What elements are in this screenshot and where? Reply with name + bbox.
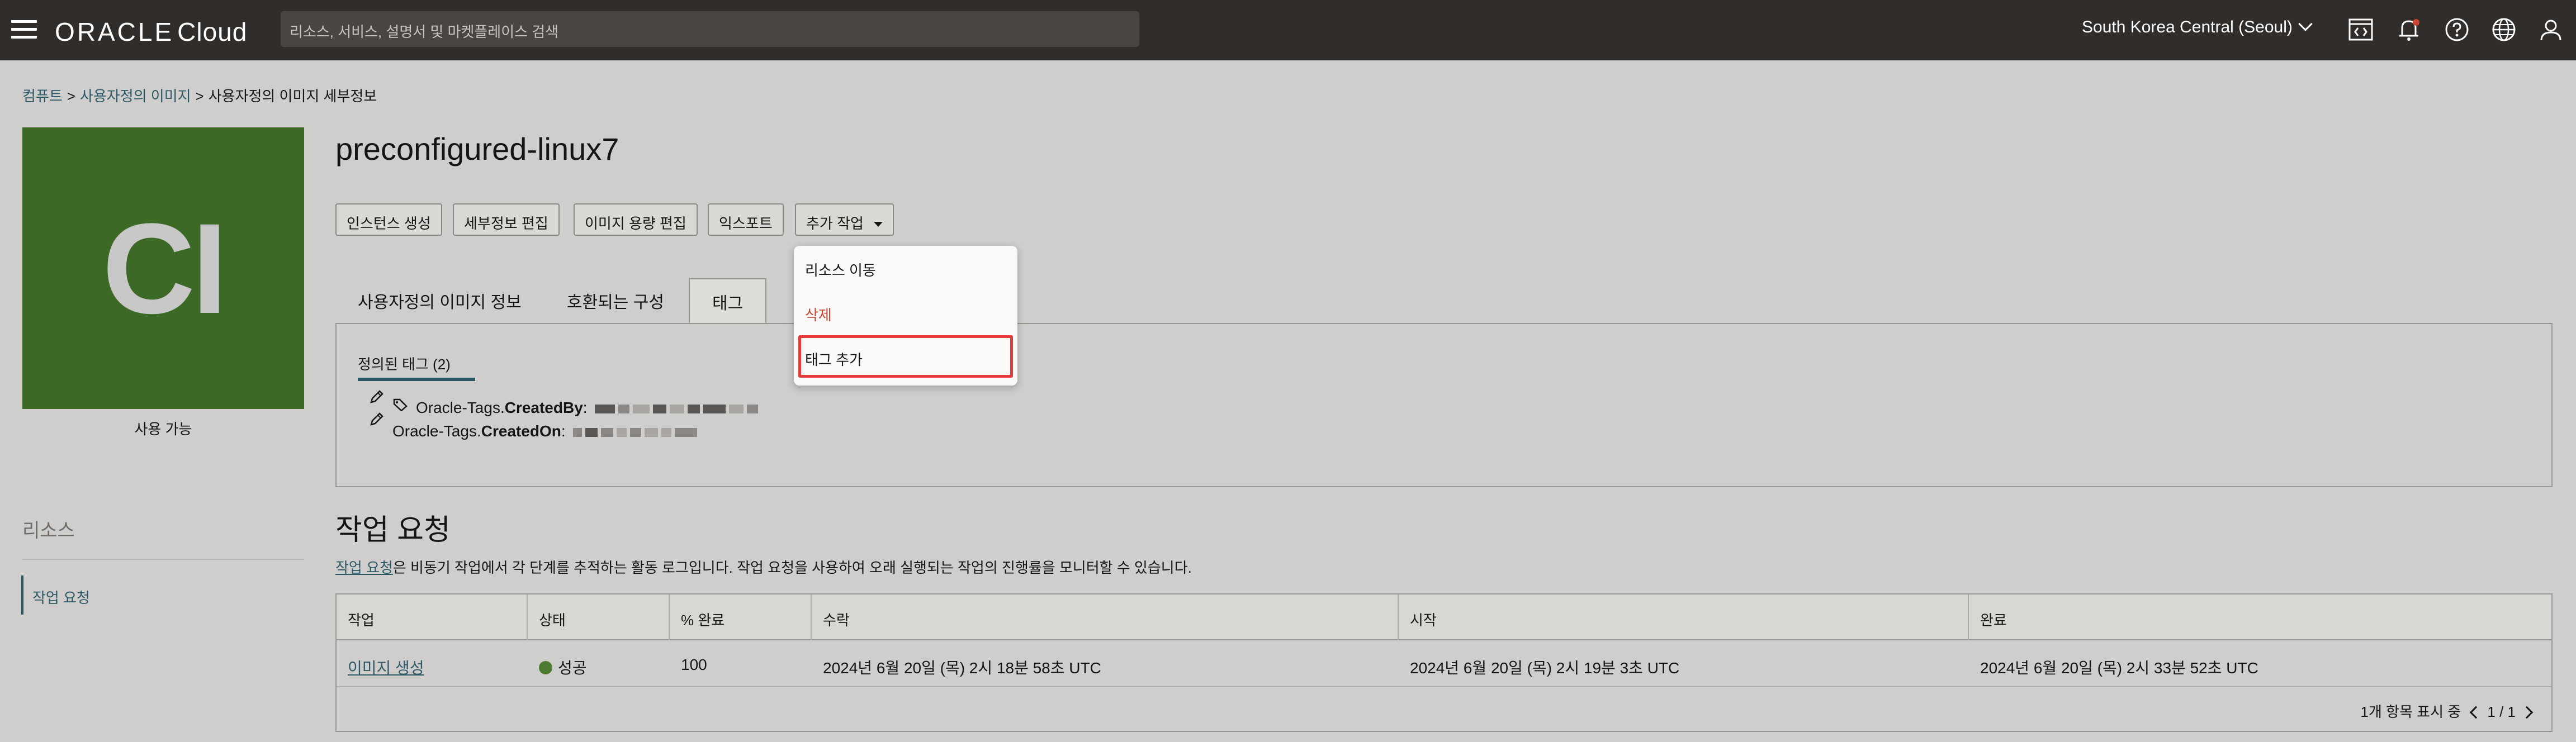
cell-status: 성공 xyxy=(528,641,598,686)
item-count: 1개 항목 표시 중 xyxy=(2360,703,2461,720)
operation-link[interactable]: 이미지 생성 xyxy=(348,659,424,677)
work-requests-doc-link[interactable]: 작업 요청 xyxy=(335,559,393,576)
column-header-finished: 완료 xyxy=(1980,612,2007,629)
cloud-shell-icon[interactable] xyxy=(2348,17,2374,42)
divider xyxy=(22,559,304,560)
create-instance-button[interactable]: 인스턴스 생성 xyxy=(335,203,442,236)
user-profile-icon[interactable] xyxy=(2538,17,2564,42)
tag-row-created-on: Oracle-Tags.CreatedOn: xyxy=(392,422,698,440)
success-status-dot-icon xyxy=(539,660,552,674)
tab-custom-image-info[interactable]: 사용자정의 이미지 정보 xyxy=(358,278,522,323)
top-navigation-bar: ORACLE Cloud 리소스, 서비스, 설명서 및 마켓플레이스 검색 So… xyxy=(0,0,2576,60)
column-header-status: 상태 xyxy=(528,594,670,640)
notifications-bell-icon[interactable] xyxy=(2396,17,2422,42)
page-title: preconfigured-linux7 xyxy=(335,131,619,167)
region-label: South Korea Central (Seoul) xyxy=(2082,18,2293,36)
region-selector[interactable]: South Korea Central (Seoul) xyxy=(2082,17,2313,37)
tag-namespace: Oracle-Tags. xyxy=(392,422,481,440)
description-text: 은 비동기 작업에서 각 단계를 추적하는 활동 로그입니다. 작업 요청을 사… xyxy=(392,559,1192,576)
oracle-cloud-logo[interactable]: ORACLE Cloud xyxy=(55,17,247,47)
tag-row-created-by: Oracle-Tags.CreatedBy: xyxy=(416,399,759,417)
highlight-box xyxy=(798,335,1013,378)
edit-details-button[interactable]: 세부정보 편집 xyxy=(453,203,560,236)
resources-heading: 리소스 xyxy=(22,520,75,541)
work-requests-description: 작업 요청은 비동기 작업에서 각 단계를 추적하는 활동 로그입니다. 작업 … xyxy=(335,556,1192,577)
tab-tags[interactable]: 태그 xyxy=(689,278,767,323)
table-footer: 1개 항목 표시 중 1 / 1 xyxy=(337,686,2551,732)
column-header-percent: % 완료 xyxy=(670,594,812,640)
breadcrumb-separator: > xyxy=(67,88,75,104)
breadcrumb-current: 사용자정의 이미지 세부정보 xyxy=(208,88,377,104)
subtab-active-indicator xyxy=(358,378,475,381)
redacted-value xyxy=(570,422,698,440)
tag-separator: : xyxy=(583,399,588,416)
cell-started: 2024년 6월 20일 (목) 2시 19분 3초 UTC xyxy=(1410,659,1680,677)
previous-page-icon[interactable] xyxy=(2470,706,2483,719)
tag-namespace: Oracle-Tags. xyxy=(416,399,505,416)
logo-product: Cloud xyxy=(177,17,248,46)
column-header-operation: 작업 xyxy=(337,594,528,640)
redacted-value xyxy=(591,399,759,416)
more-actions-dropdown: 리소스 이동 삭제 태그 추가 xyxy=(794,246,1017,386)
table-header: 작업 상태 % 완료 수락 시작 완료 xyxy=(337,594,2551,640)
caret-down-icon xyxy=(873,222,883,227)
pagination: 1개 항목 표시 중 1 / 1 xyxy=(2361,701,2538,721)
breadcrumb: 컴퓨트 > 사용자정의 이미지 > 사용자정의 이미지 세부정보 xyxy=(22,85,377,106)
work-requests-table: 작업 상태 % 완료 수락 시작 완료 이미지 생성 성공 100 2024년 … xyxy=(335,593,2553,732)
logo-brand: ORACLE xyxy=(55,17,174,46)
work-requests-heading: 작업 요청 xyxy=(335,514,451,546)
edit-image-capacity-button[interactable]: 이미지 용량 편집 xyxy=(574,203,698,236)
tab-compatible-shapes[interactable]: 호환되는 구성 xyxy=(567,278,664,323)
edit-pencil-icon[interactable] xyxy=(369,389,385,405)
breadcrumb-separator: > xyxy=(195,88,204,104)
cell-operation: 이미지 생성 xyxy=(337,641,435,686)
menu-item-delete[interactable]: 삭제 xyxy=(805,304,832,325)
image-avatar: CI xyxy=(22,127,304,409)
more-actions-button[interactable]: 추가 작업 xyxy=(795,203,894,236)
status-text: 성공 xyxy=(558,659,587,677)
edit-pencil-icon[interactable] xyxy=(369,411,385,427)
column-header-started: 시작 xyxy=(1399,594,1969,640)
page-indicator: 1 / 1 xyxy=(2487,703,2516,720)
tag-key: CreatedBy xyxy=(504,399,583,416)
status-label: 사용 가능 xyxy=(134,421,192,437)
column-header-accepted: 수락 xyxy=(812,594,1399,640)
menu-icon[interactable] xyxy=(11,20,37,39)
help-icon[interactable] xyxy=(2444,17,2470,42)
next-page-icon[interactable] xyxy=(2520,706,2534,719)
tag-icon xyxy=(393,398,408,411)
chevron-down-icon xyxy=(2298,17,2313,31)
menu-item-move-resource[interactable]: 리소스 이동 xyxy=(805,259,876,280)
breadcrumb-custom-images[interactable]: 사용자정의 이미지 xyxy=(80,88,191,104)
subtab-defined-tags[interactable]: 정의된 태그 (2) xyxy=(358,353,451,374)
cell-accepted: 2024년 6월 20일 (목) 2시 18분 58초 UTC xyxy=(823,659,1101,677)
more-actions-label: 추가 작업 xyxy=(806,215,864,232)
search-input[interactable]: 리소스, 서비스, 설명서 및 마켓플레이스 검색 xyxy=(281,11,1139,47)
tag-separator: : xyxy=(561,422,566,440)
tag-key: CreatedOn xyxy=(481,422,561,440)
language-globe-icon[interactable] xyxy=(2491,17,2517,42)
cell-finished: 2024년 6월 20일 (목) 2시 33분 52초 UTC xyxy=(1980,659,2258,677)
breadcrumb-compute[interactable]: 컴퓨트 xyxy=(22,88,63,104)
cell-percent: 100 xyxy=(681,656,707,673)
resource-link-work-requests[interactable]: 작업 요청 xyxy=(21,575,90,615)
export-button[interactable]: 익스포트 xyxy=(708,203,784,236)
